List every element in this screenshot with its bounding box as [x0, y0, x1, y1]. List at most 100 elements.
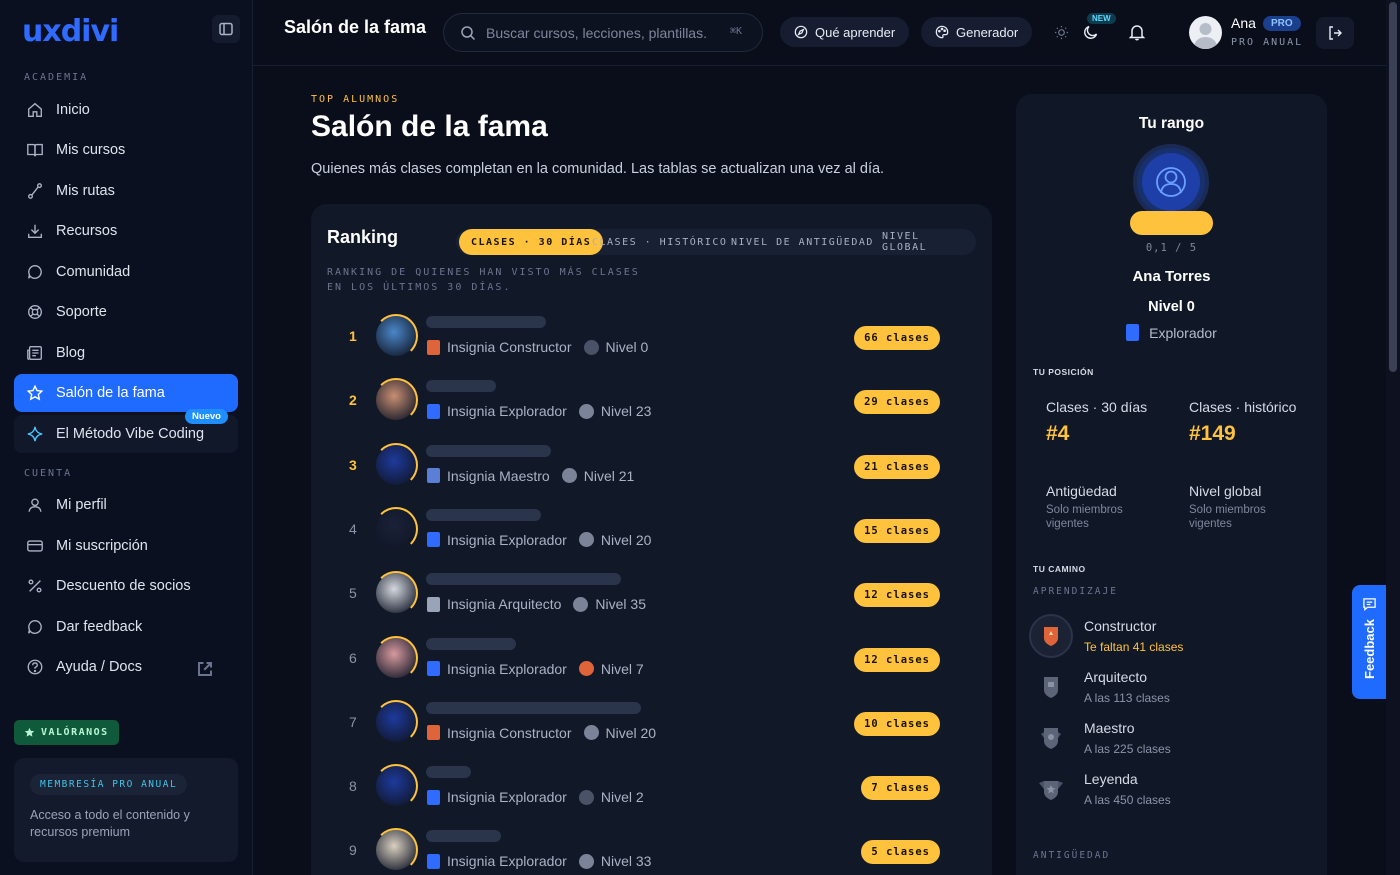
sidebar-item-inicio[interactable]: Inicio [14, 91, 238, 129]
sidebar-item-mi-suscripcion[interactable]: Mi suscripción [14, 527, 238, 565]
shield-icon [427, 596, 440, 612]
ranking-row[interactable]: 5 Insignia Arquitecto Nivel 35 12 clases [311, 563, 992, 627]
ranking-row[interactable]: 9 Insignia Explorador Nivel 33 5 clases [311, 820, 992, 875]
card-icon [27, 540, 43, 552]
shield-icon [1029, 716, 1073, 760]
generador-button[interactable]: Generador [921, 17, 1033, 47]
sidebar-item-dar-feedback[interactable]: Dar feedback [14, 608, 238, 646]
stat-label: Antigüedad [1046, 483, 1117, 499]
chat-icon [28, 620, 42, 634]
sidebar-item-label: Mi perfil [56, 497, 107, 513]
ranking-position: 6 [349, 649, 357, 666]
level-label: Nivel 7 [600, 660, 644, 677]
pro-badge: PRO [1263, 16, 1301, 31]
membership-card[interactable]: MEMBRESÍA PRO ANUAL Acceso a todo el con… [14, 758, 238, 862]
ranking-row[interactable]: 4 Insignia Explorador Nivel 20 15 clases [311, 499, 992, 563]
ranking-title: Ranking [327, 227, 399, 247]
notifications-button[interactable] [1122, 17, 1152, 47]
user-plan: PRO ANUAL [1231, 37, 1304, 48]
palette-icon [935, 25, 949, 39]
scrollbar-thumb[interactable] [1389, 2, 1397, 372]
sidebar-toggle-icon [219, 22, 233, 36]
main-subtitle: Quienes más clases completan en la comun… [311, 161, 885, 177]
scrollbar[interactable] [1386, 0, 1400, 875]
membership-description: Acceso a todo el contenido y recursos pr… [30, 808, 190, 839]
stat-antiguedad: Antigüedad Solo miembros vigentes [1046, 483, 1156, 531]
user-avatar-icon [1156, 167, 1186, 197]
aprendizaje-label: APRENDIZAJE [1033, 586, 1118, 597]
feedback-tab[interactable]: Feedback [1352, 585, 1386, 699]
sidebar-item-mi-perfil[interactable]: Mi perfil [14, 486, 238, 524]
logout-button[interactable] [1316, 17, 1354, 49]
download-icon [28, 224, 42, 238]
sidebar-item-mis-rutas[interactable]: Mis rutas [14, 172, 238, 210]
shield-icon [427, 339, 440, 355]
stat-clases-30-dias: Clases · 30 días #4 [1046, 399, 1176, 446]
shield-icon [1126, 324, 1140, 341]
insignia-label: Insignia Explorador [447, 853, 567, 870]
stat-label: Clases · histórico [1189, 399, 1297, 415]
ranking-description: RANKING DE QUIENES HAN VISTO MÁS CLASES … [327, 267, 640, 293]
blurred-name [426, 766, 471, 779]
ranking-position: 9 [349, 842, 357, 859]
classes-badge: 12 clases [854, 647, 940, 672]
shield-icon [1029, 767, 1073, 811]
sidebar-item-descuento-de-socios[interactable]: Descuento de socios [14, 567, 238, 605]
search-input[interactable] [486, 24, 706, 41]
classes-badge: 12 clases [854, 583, 940, 608]
sidebar-item-soporte[interactable]: Soporte [14, 293, 238, 331]
sidebar-item-label: Salón de la fama [56, 385, 165, 401]
blurred-name [426, 637, 516, 650]
avatar[interactable] [1189, 16, 1222, 49]
ranking-position: 7 [349, 713, 357, 730]
sidebar-item-label: Inicio [56, 102, 90, 118]
light-mode-button[interactable] [1046, 17, 1076, 47]
stat-label: Nivel global [1189, 483, 1262, 499]
ranking-row[interactable]: 7 Insignia Constructor Nivel 20 10 clases [311, 692, 992, 756]
ranking-position: 8 [349, 778, 357, 795]
search-bar[interactable]: ⌘K [443, 13, 763, 52]
ranking-row[interactable]: 1 Insignia Constructor Nivel 0 66 clases [311, 306, 992, 370]
valoranos-button[interactable]: VALÓRANOS [14, 720, 119, 745]
insignia-label: Insignia Maestro [447, 467, 550, 484]
level-label: Nivel 23 [600, 403, 652, 420]
level-icon [561, 468, 577, 484]
sidebar: uxdivi ACADEMIA Inicio Mis cursos Mis ru… [0, 0, 253, 875]
shield-icon [427, 853, 440, 869]
sidebar-item-blog[interactable]: Blog [14, 334, 238, 372]
row-meta: Insignia Constructor Nivel 0 [427, 339, 648, 355]
collapse-sidebar-button[interactable] [212, 15, 240, 43]
sidebar-item-salon-de-la-fama[interactable]: Salón de la fama [14, 374, 238, 412]
level-icon [583, 725, 599, 741]
avatar [374, 635, 418, 680]
shield-icon [427, 468, 440, 484]
classes-badge: 10 clases [854, 711, 940, 736]
logo[interactable]: uxdivi [22, 14, 119, 49]
que-aprender-button[interactable]: Qué aprender [780, 17, 910, 47]
sidebar-item-metodo-vibe-coding[interactable]: El Método Vibe Coding Nuevo [14, 409, 238, 453]
tab-nivel-global[interactable]: NIVEL GLOBAL [870, 229, 976, 255]
tab-clases-historico[interactable]: CLASES · HISTÓRICO [580, 229, 739, 255]
sidebar-item-comunidad[interactable]: Comunidad [14, 253, 238, 291]
row-meta: Insignia Constructor Nivel 20 [427, 725, 656, 741]
ranking-row[interactable]: 3 Insignia Maestro Nivel 21 21 clases [311, 435, 992, 499]
path-sub: A las 113 clases [1084, 691, 1170, 705]
sidebar-item-recursos[interactable]: Recursos [14, 212, 238, 250]
ranking-row[interactable]: 8 Insignia Explorador Nivel 2 7 clases [311, 756, 992, 820]
stat-label: Clases · 30 días [1046, 399, 1148, 415]
newspaper-icon [27, 346, 42, 360]
sidebar-item-mis-cursos[interactable]: Mis cursos [14, 131, 238, 169]
generador-label: Generador [956, 24, 1019, 40]
tab-nivel-antiguedad[interactable]: NIVEL DE ANTIGÜEDAD [719, 229, 886, 255]
avatar [374, 764, 418, 809]
sidebar-item-ayuda-docs[interactable]: Ayuda / Docs [14, 648, 238, 686]
row-meta: Insignia Explorador Nivel 7 [427, 661, 644, 677]
blurred-name [426, 508, 541, 521]
ranking-row[interactable]: 2 Insignia Explorador Nivel 23 29 clases [311, 370, 992, 434]
level-label: Nivel 35 [595, 596, 646, 613]
avatar [374, 699, 418, 744]
ranking-row[interactable]: 6 Insignia Explorador Nivel 7 12 clases [311, 628, 992, 692]
stat-nivel-global: Nivel global Solo miembros vigentes [1189, 483, 1299, 531]
sidebar-item-label: Ayuda / Docs [56, 659, 142, 675]
path-item-maestro: Maestro A las 225 clases [1029, 716, 1319, 762]
